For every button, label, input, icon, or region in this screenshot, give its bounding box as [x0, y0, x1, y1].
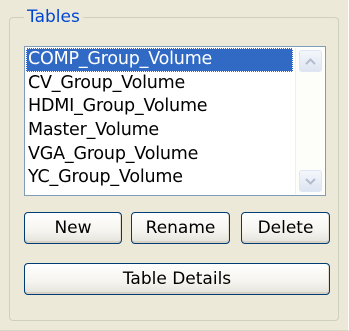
- delete-button[interactable]: Delete: [241, 212, 330, 244]
- rename-button[interactable]: Rename: [131, 212, 230, 244]
- list-item-vga-group-volume[interactable]: VGA_Group_Volume: [26, 143, 293, 167]
- tables-listbox[interactable]: COMP_Group_Volume CV_Group_Volume HDMI_G…: [24, 46, 326, 196]
- list-item-cv-group-volume[interactable]: CV_Group_Volume: [26, 72, 293, 96]
- list-item-hdmi-group-volume[interactable]: HDMI_Group_Volume: [26, 95, 293, 119]
- list-item-comp-group-volume[interactable]: COMP_Group_Volume: [26, 48, 293, 72]
- scroll-up-button[interactable]: [299, 50, 322, 72]
- tables-panel: Tables COMP_Group_Volume CV_Group_Volume…: [0, 0, 349, 331]
- tables-list: COMP_Group_Volume CV_Group_Volume HDMI_G…: [26, 48, 293, 190]
- list-item-master-volume[interactable]: Master_Volume: [26, 119, 293, 143]
- scroll-down-button[interactable]: [299, 170, 322, 192]
- list-item-yc-group-volume[interactable]: YC_Group_Volume: [26, 166, 293, 190]
- table-details-button[interactable]: Table Details: [24, 263, 330, 295]
- tables-group-title: Tables: [24, 7, 83, 27]
- list-scrollbar[interactable]: [295, 48, 324, 194]
- chevron-down-icon: [305, 177, 316, 185]
- chevron-up-icon: [305, 57, 316, 65]
- new-button[interactable]: New: [24, 212, 122, 244]
